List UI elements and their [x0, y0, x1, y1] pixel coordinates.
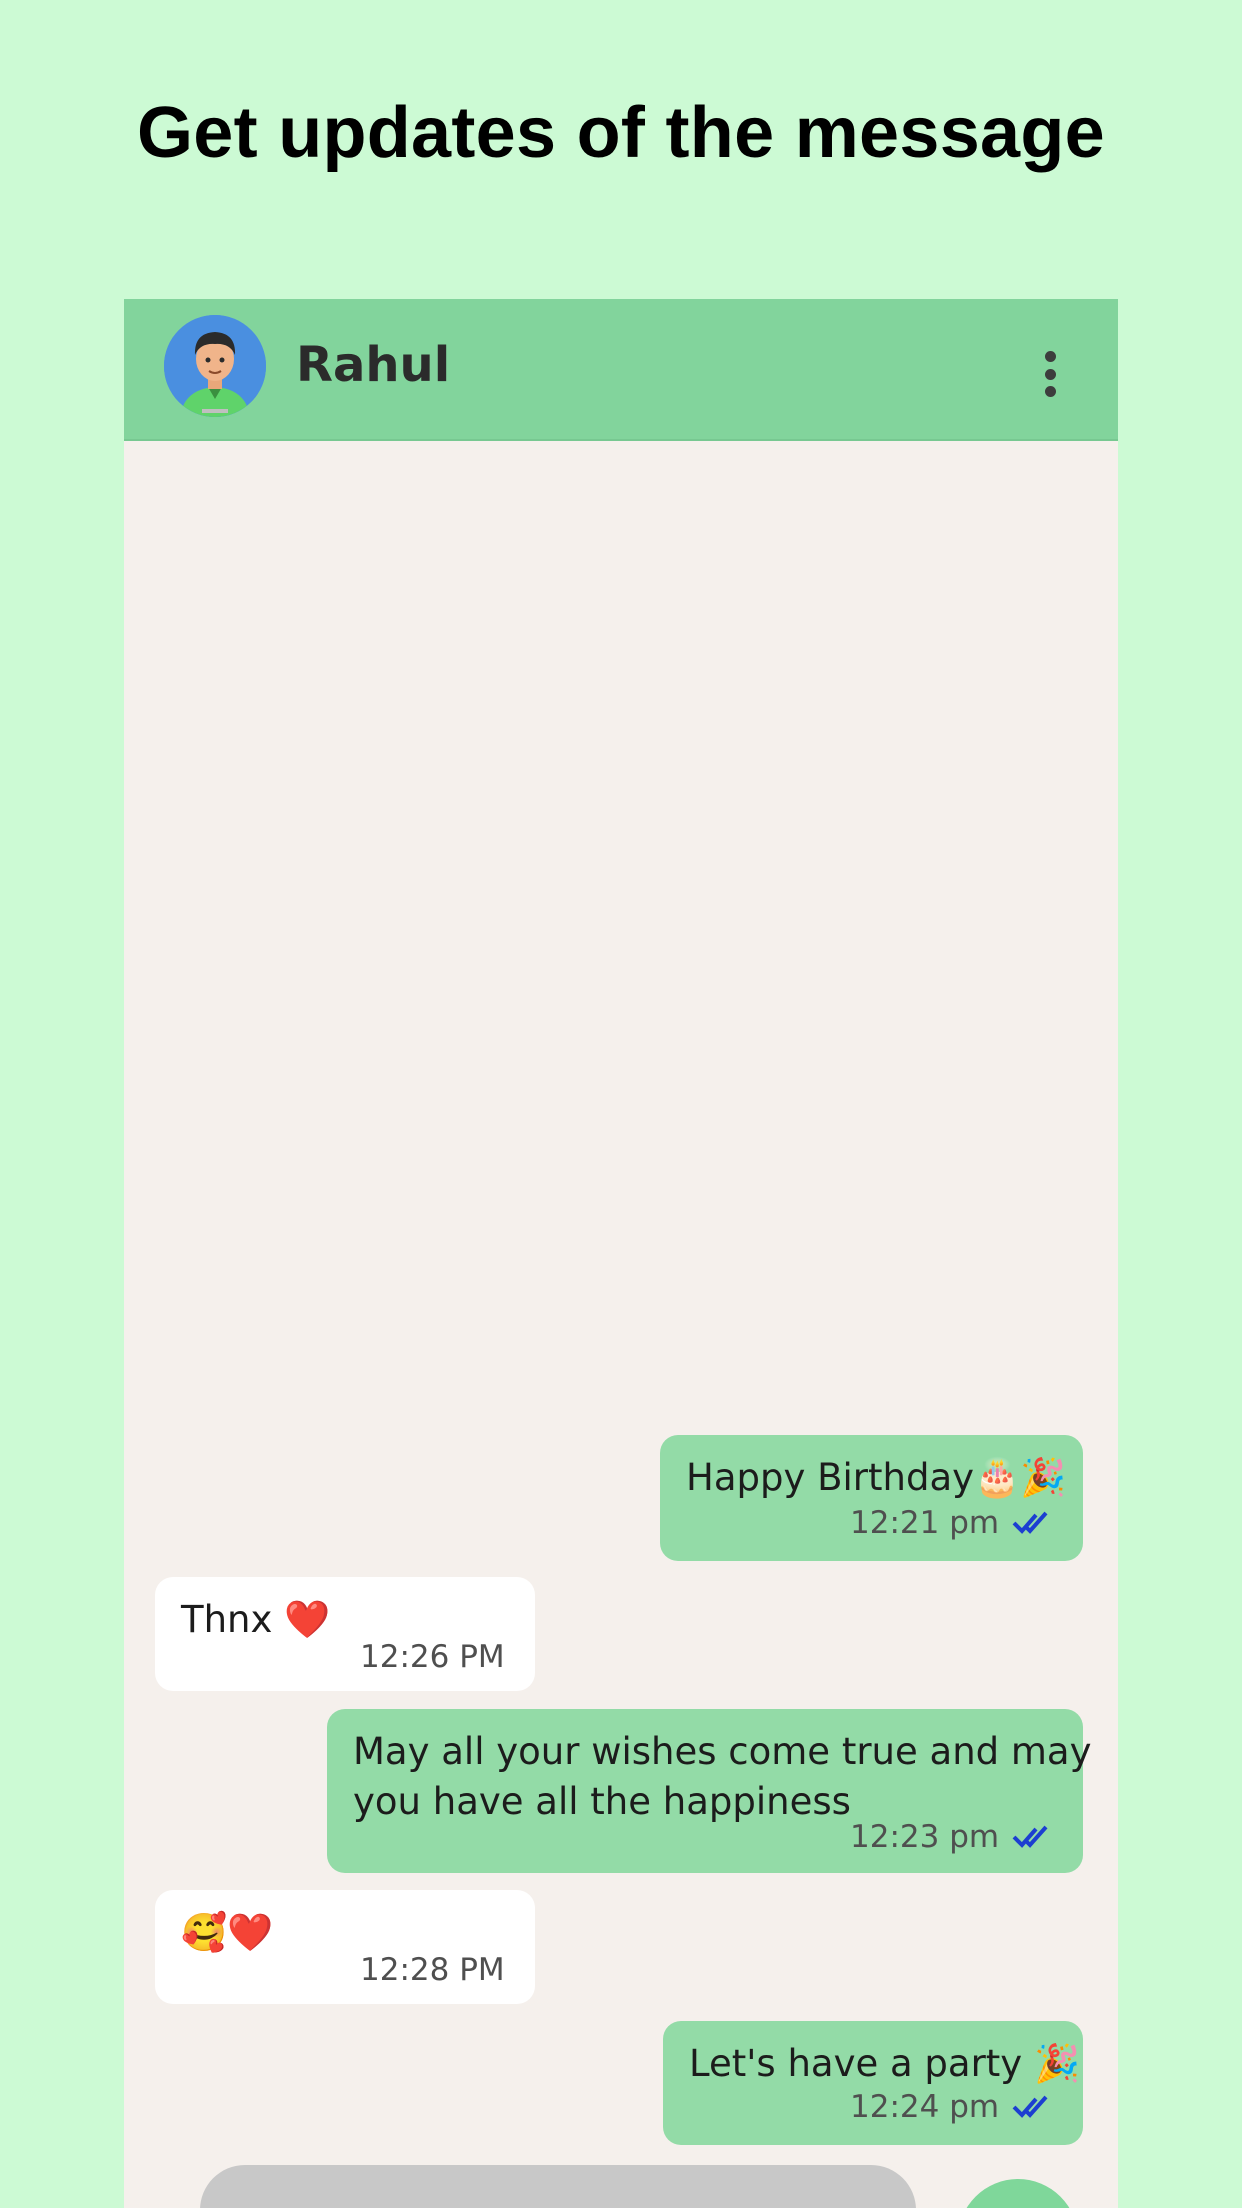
message-time: 12:21 pm — [850, 1505, 1000, 1541]
message-input[interactable] — [200, 2165, 916, 2208]
menu-dot — [1044, 351, 1056, 362]
double-check-icon — [1012, 2095, 1048, 2118]
message-bubble-incoming[interactable]: Thnx ❤️ 12:26 PM — [155, 1577, 535, 1691]
message-time: 12:23 pm — [850, 1819, 1000, 1855]
message-text: Thnx ❤️ — [181, 1598, 331, 1641]
double-check-icon — [1012, 1511, 1048, 1534]
menu-dot — [1044, 368, 1056, 380]
chat-screen: Rahul Happy Birthday🎂🎉 12:21 pm Thnx ❤️ … — [124, 299, 1118, 2208]
more-vert-icon[interactable] — [1042, 351, 1058, 397]
message-text: Let's have a party 🎉 — [689, 2042, 1081, 2085]
message-bubble-outgoing[interactable]: May all your wishes come true and may yo… — [327, 1709, 1092, 1873]
message-time: 12:28 PM — [360, 1952, 505, 1988]
message-bubble-outgoing[interactable]: Happy Birthday🎂🎉 12:21 pm — [660, 1435, 1083, 1561]
chat-header: Rahul — [124, 299, 1118, 441]
message-time: 12:24 pm — [850, 2089, 1000, 2125]
message-text-line: May all your wishes come true and may — [353, 1730, 1092, 1773]
message-time: 12:26 PM — [360, 1639, 505, 1675]
contact-name[interactable]: Rahul — [296, 337, 450, 393]
message-text: 🥰❤️ — [181, 1911, 274, 1954]
message-bubble-incoming[interactable]: 🥰❤️ 12:28 PM — [155, 1890, 535, 2004]
message-text: Happy Birthday🎂🎉 — [686, 1456, 1067, 1499]
menu-dot — [1044, 386, 1056, 397]
message-bubble-outgoing[interactable]: Let's have a party 🎉 12:24 pm — [663, 2021, 1083, 2145]
avatar-icon[interactable] — [164, 315, 266, 417]
send-button[interactable] — [958, 2179, 1078, 2208]
message-text-line: you have all the happiness — [353, 1780, 851, 1823]
double-check-icon — [1012, 1825, 1048, 1848]
page-headline: Get updates of the message — [136, 93, 1106, 173]
